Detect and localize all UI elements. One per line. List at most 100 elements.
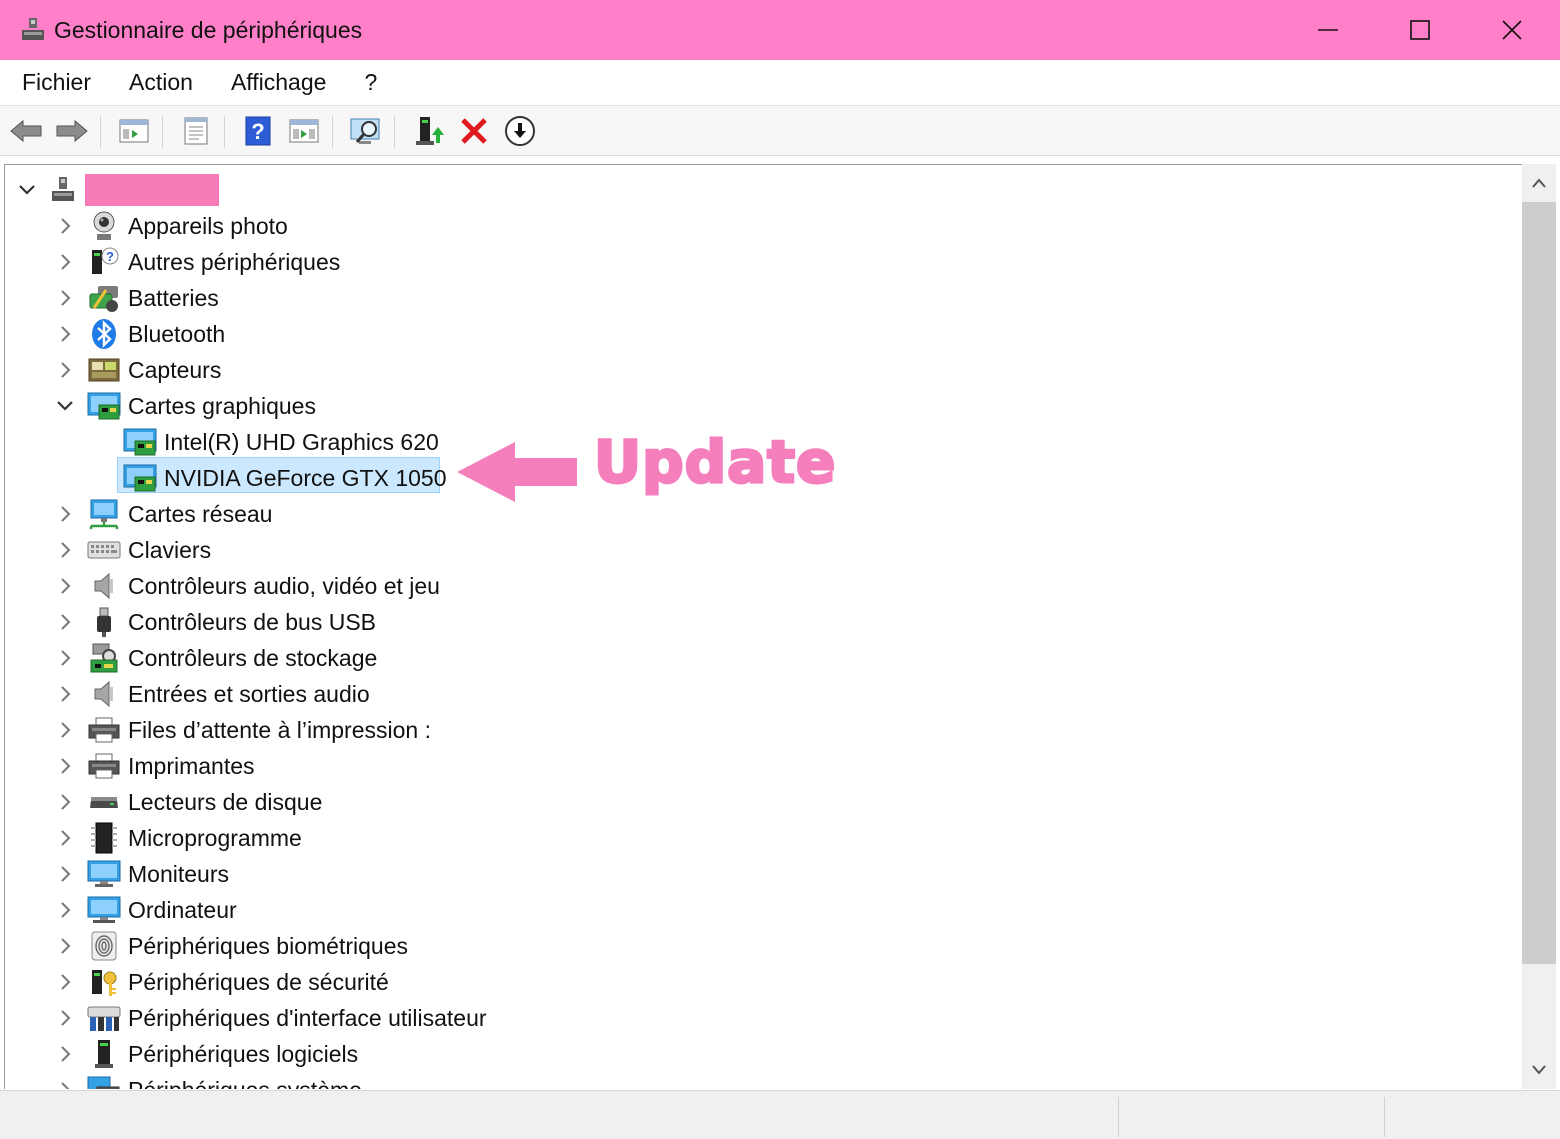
chevron-right-icon[interactable]	[55, 1080, 75, 1089]
back-button[interactable]	[8, 114, 44, 148]
minimize-button[interactable]	[1282, 0, 1374, 60]
menu-fichier[interactable]: Fichier	[6, 69, 107, 96]
tree-category-item[interactable]: Périphériques d'interface utilisateur	[55, 1000, 487, 1036]
tree-category-item[interactable]: Périphériques de sécurité	[55, 964, 389, 1000]
software-device-icon	[87, 1037, 121, 1071]
properties-icon	[184, 117, 208, 145]
tree-category-item[interactable]: Périphériques biométriques	[55, 928, 408, 964]
tree-category-item[interactable]: Périphériques logiciels	[55, 1036, 358, 1072]
tree-item-label: Moniteurs	[128, 860, 229, 887]
tree-item-label: NVIDIA GeForce GTX 1050	[164, 464, 447, 491]
toolbar: ?	[0, 106, 1560, 156]
chevron-right-icon[interactable]	[55, 792, 75, 812]
chevron-right-icon[interactable]	[55, 936, 75, 956]
svg-text:?: ?	[106, 249, 114, 264]
device-manager-icon	[18, 15, 48, 45]
chevron-right-icon[interactable]	[55, 1044, 75, 1064]
properties-button[interactable]	[178, 114, 214, 148]
chevron-right-icon[interactable]	[55, 540, 75, 560]
tree-category-item[interactable]: Files d’attente à l’impression :	[55, 712, 431, 748]
tree-item-label: Lecteurs de disque	[128, 788, 323, 815]
menu-action[interactable]: Action	[113, 69, 209, 96]
annotation-update-text: Update	[592, 427, 837, 498]
tree-category-item[interactable]: Appareils photo	[55, 208, 288, 244]
tree-device-item[interactable]: NVIDIA GeForce GTX 1050	[117, 460, 447, 496]
tree-category-item[interactable]: Batteries	[55, 280, 219, 316]
maximize-button[interactable]	[1374, 0, 1466, 60]
display-adapter-icon	[123, 425, 157, 459]
tree-category-item[interactable]: Périphériques système	[55, 1072, 362, 1089]
close-button[interactable]	[1466, 0, 1558, 60]
menu-help[interactable]: ?	[348, 69, 393, 96]
tree-category-item[interactable]: Contrôleurs audio, vidéo et jeu	[55, 568, 440, 604]
tree-category-item[interactable]: Claviers	[55, 532, 211, 568]
chevron-right-icon[interactable]	[55, 504, 75, 524]
chevron-right-icon[interactable]	[55, 864, 75, 884]
tree-category-item[interactable]: Moniteurs	[55, 856, 229, 892]
tree-item-label: Périphériques biométriques	[128, 932, 408, 959]
minimize-icon	[1318, 29, 1338, 31]
disable-device-icon	[505, 116, 535, 146]
update-driver-button[interactable]	[412, 114, 448, 148]
tree-category-item[interactable]: ? Autres périphériques	[55, 244, 340, 280]
scan-hardware-button[interactable]	[348, 114, 384, 148]
show-view-button[interactable]	[286, 114, 322, 148]
tree-item-label: Autres périphériques	[128, 248, 341, 275]
tree-item-label: Bluetooth	[128, 320, 226, 347]
chevron-right-icon[interactable]	[55, 756, 75, 776]
tree-category-item[interactable]: Capteurs	[55, 352, 221, 388]
tree-category-item[interactable]: Bluetooth	[55, 316, 225, 352]
scroll-up-button[interactable]	[1522, 164, 1556, 202]
chevron-right-icon[interactable]	[55, 360, 75, 380]
chevron-right-icon[interactable]	[55, 216, 75, 236]
tree-item-label: Cartes graphiques	[128, 392, 316, 419]
show-hide-tree-icon	[119, 119, 149, 143]
chevron-right-icon[interactable]	[55, 252, 75, 272]
show-view-icon	[289, 119, 319, 143]
uninstall-button[interactable]	[456, 114, 492, 148]
chevron-right-icon[interactable]	[55, 288, 75, 308]
computer-root-icon	[47, 173, 81, 207]
bluetooth-icon	[87, 317, 121, 351]
tree-root[interactable]	[17, 172, 81, 208]
tree-category-item[interactable]: Cartes graphiques	[55, 388, 316, 424]
scroll-down-button[interactable]	[1522, 1051, 1556, 1089]
chevron-right-icon[interactable]	[55, 576, 75, 596]
tree-category-item[interactable]: Entrées et sorties audio	[55, 676, 370, 712]
menu-affichage[interactable]: Affichage	[215, 69, 342, 96]
chevron-right-icon[interactable]	[55, 900, 75, 920]
chevron-right-icon[interactable]	[55, 648, 75, 668]
unknown-device-icon: ?	[87, 245, 121, 279]
forward-button[interactable]	[54, 114, 90, 148]
chevron-right-icon[interactable]	[55, 684, 75, 704]
chevron-right-icon[interactable]	[55, 612, 75, 632]
chevron-right-icon[interactable]	[55, 972, 75, 992]
help-button[interactable]: ?	[240, 114, 276, 148]
tree-item-label: Claviers	[128, 536, 212, 563]
tree-device-item[interactable]: Intel(R) UHD Graphics 620	[117, 424, 439, 460]
tree-category-item[interactable]: Microprogramme	[55, 820, 302, 856]
disable-device-button[interactable]	[502, 114, 538, 148]
tree-category-item[interactable]: Lecteurs de disque	[55, 784, 322, 820]
vertical-scrollbar[interactable]	[1522, 164, 1556, 1089]
tree-category-item[interactable]: Contrôleurs de bus USB	[55, 604, 376, 640]
system-device-icon	[87, 1073, 121, 1089]
chevron-right-icon[interactable]	[55, 1008, 75, 1028]
scroll-thumb[interactable]	[1522, 202, 1556, 964]
tree-category-item[interactable]: Ordinateur	[55, 892, 237, 928]
chevron-right-icon[interactable]	[55, 324, 75, 344]
speaker-icon	[87, 677, 121, 711]
tree-category-item[interactable]: Cartes réseau	[55, 496, 272, 532]
fingerprint-icon	[87, 929, 121, 963]
tree-category-item[interactable]: Imprimantes	[55, 748, 255, 784]
chevron-right-icon[interactable]	[55, 720, 75, 740]
chevron-down-icon	[1532, 1065, 1546, 1075]
tree-category-item[interactable]: Contrôleurs de stockage	[55, 640, 377, 676]
show-hide-tree-button[interactable]	[116, 114, 152, 148]
forward-arrow-icon	[56, 119, 88, 143]
toolbar-separator	[100, 116, 101, 148]
device-tree: Appareils photo? Autres périphériques Batt…	[4, 164, 1522, 1089]
chevron-right-icon[interactable]	[55, 828, 75, 848]
chevron-down-icon[interactable]	[17, 180, 37, 200]
chevron-down-icon[interactable]	[55, 396, 75, 416]
